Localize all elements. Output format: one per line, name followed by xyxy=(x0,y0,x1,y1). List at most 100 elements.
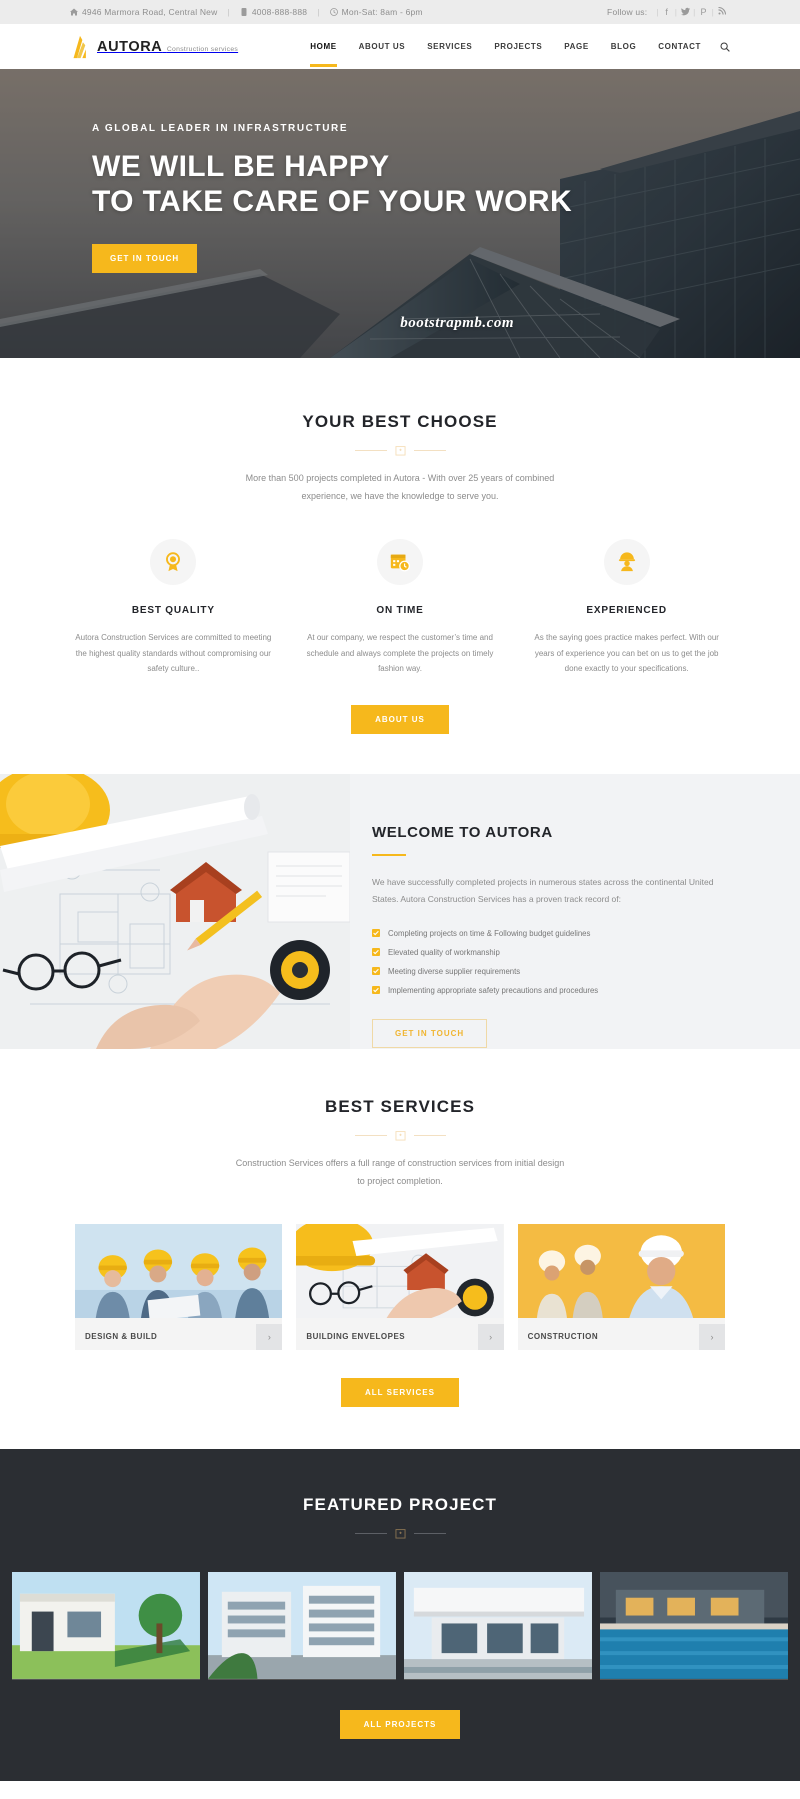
separator-1: | xyxy=(227,7,230,17)
welcome-content: WELCOME TO AUTORA We have successfully c… xyxy=(350,774,800,1049)
check-glyph xyxy=(373,968,379,974)
separator-2: | xyxy=(317,7,320,17)
rss-icon[interactable] xyxy=(714,6,730,17)
service-card-label: DESIGN & BUILD xyxy=(85,1332,158,1342)
project-item[interactable] xyxy=(208,1571,396,1680)
services-section: BEST SERVICES Construction Services offe… xyxy=(0,1048,800,1449)
search-icon[interactable] xyxy=(720,41,730,52)
check-glyph xyxy=(373,987,379,993)
nav-item-about-us[interactable]: ABOUT US xyxy=(348,42,417,51)
pinterest-icon[interactable]: P xyxy=(696,7,712,17)
hours-text: Mon-Sat: 8am - 6pm xyxy=(341,7,423,17)
nav-item-projects[interactable]: PROJECTS xyxy=(483,42,553,51)
hero-cta-button[interactable]: GET IN TOUCH xyxy=(92,243,198,273)
clock-icon xyxy=(329,8,338,16)
divider-line-left xyxy=(354,450,387,451)
blueprint-desk-photo xyxy=(0,773,350,1049)
service-card-bar: DESIGN & BUILD › xyxy=(75,1323,283,1350)
project-item[interactable] xyxy=(600,1571,788,1680)
services-subtitle: Construction Services offers a full rang… xyxy=(235,1157,565,1186)
service-card-image xyxy=(296,1223,504,1324)
best-choose-cta-wrap: ABOUT US xyxy=(0,704,800,734)
project-4-photo xyxy=(600,1571,788,1679)
hero-banner: A GLOBAL LEADER IN INFRASTRUCTURE WE WIL… xyxy=(0,69,800,358)
divider-line-left xyxy=(354,1532,387,1534)
service-card-image xyxy=(75,1223,283,1324)
watermark-text: bootstrapmb.com xyxy=(400,315,514,331)
service-card-image xyxy=(517,1223,725,1324)
engineer-crew-photo xyxy=(517,1223,725,1319)
phone-text: 4008-888-888 xyxy=(251,7,308,17)
section-divider xyxy=(0,1129,800,1142)
facebook-icon[interactable]: f xyxy=(659,7,675,17)
nav-item-home[interactable]: HOME xyxy=(299,42,347,67)
service-card-construction[interactable]: CONSTRUCTION › xyxy=(517,1223,725,1350)
check-glyph xyxy=(373,930,379,936)
service-card-building-envelopes[interactable]: BUILDING ENVELOPES › xyxy=(296,1223,504,1350)
about-us-button[interactable]: ABOUT US xyxy=(351,704,449,734)
services-cta-wrap: ALL SERVICES xyxy=(0,1377,800,1407)
chevron-right-icon[interactable]: › xyxy=(698,1323,725,1350)
checklist-label: Meeting diverse supplier requirements xyxy=(388,966,521,976)
service-card-label: CONSTRUCTION xyxy=(527,1332,599,1342)
welcome-image xyxy=(0,773,350,1049)
chevron-right-icon[interactable]: › xyxy=(256,1323,283,1350)
award-badge-icon xyxy=(150,539,197,585)
top-bar: 4946 Marmora Road, Central New | 4008-88… xyxy=(0,0,800,24)
service-card-bar: BUILDING ENVELOPES › xyxy=(296,1323,504,1350)
all-projects-button[interactable]: ALL PROJECTS xyxy=(339,1709,461,1739)
check-icon xyxy=(372,967,380,976)
brand-name: AUTORA xyxy=(97,38,163,55)
feature-title: EXPERIENCED xyxy=(586,605,667,616)
brand-text: AUTORA Construction services xyxy=(97,38,238,56)
calendar-clock-glyph xyxy=(390,554,410,572)
chevron-right-icon[interactable]: › xyxy=(477,1323,504,1350)
twitter-bird-icon xyxy=(680,7,690,15)
hero-title-line-2: TO TAKE CARE OF YOUR WORK xyxy=(92,184,573,218)
nav-item-blog[interactable]: BLOG xyxy=(600,42,648,51)
brand-logo[interactable]: AUTORA Construction services xyxy=(70,35,238,59)
divider-building-icon xyxy=(394,1528,406,1539)
nav-item-contact[interactable]: CONTACT xyxy=(647,42,712,51)
welcome-checklist: Completing projects on time & Following … xyxy=(372,929,720,995)
divider-line-right xyxy=(413,1532,446,1534)
welcome-accent-rule xyxy=(372,853,406,856)
checklist-label: Completing projects on time & Following … xyxy=(388,928,591,938)
project-2-photo xyxy=(208,1571,396,1679)
phone-icon xyxy=(241,8,247,16)
project-1-photo xyxy=(12,1571,200,1679)
homepage: 4946 Marmora Road, Central New | 4008-88… xyxy=(0,0,800,1781)
featured-projects-section: FEATURED PROJECT ALL PROJECTS xyxy=(0,1448,800,1781)
checklist-item: Elevated quality of workmanship xyxy=(372,948,720,957)
project-3-photo xyxy=(404,1571,592,1679)
divider-line-left xyxy=(354,1134,387,1136)
address-item: 4946 Marmora Road, Central New xyxy=(70,7,217,17)
featured-cta-wrap: ALL PROJECTS xyxy=(0,1709,800,1739)
calendar-clock-icon xyxy=(377,539,423,585)
twitter-icon[interactable] xyxy=(677,7,693,18)
checklist-item: Completing projects on time & Following … xyxy=(372,929,720,938)
autora-logo-icon xyxy=(73,35,86,58)
magnifier-icon xyxy=(720,41,730,52)
feature-on-time: ON TIME At our company, we respect the c… xyxy=(287,539,514,677)
blueprint-tools-photo xyxy=(296,1223,504,1319)
feature-experienced: EXPERIENCED As the saying goes practice … xyxy=(513,539,740,677)
all-services-button[interactable]: ALL SERVICES xyxy=(341,1377,459,1407)
nav-item-page[interactable]: PAGE xyxy=(553,42,599,51)
nav-item-services[interactable]: SERVICES xyxy=(416,42,483,51)
service-card-design-build[interactable]: DESIGN & BUILD › xyxy=(75,1223,283,1350)
feature-title: ON TIME xyxy=(376,605,424,616)
welcome-cta-button[interactable]: GET IN TOUCH xyxy=(372,1018,488,1048)
phone-item[interactable]: 4008-888-888 xyxy=(240,7,307,17)
project-item[interactable] xyxy=(404,1571,592,1680)
check-glyph xyxy=(373,949,379,955)
section-divider xyxy=(0,444,800,457)
project-item[interactable] xyxy=(12,1571,200,1680)
hero-title-line-1: WE WILL BE HAPPY xyxy=(92,150,390,183)
check-icon xyxy=(372,986,380,995)
social-links: Follow us: | f | | P | xyxy=(607,6,730,18)
project-thumbnails xyxy=(0,1571,800,1680)
section-divider xyxy=(0,1527,800,1540)
check-icon xyxy=(372,948,380,957)
welcome-section: WELCOME TO AUTORA We have successfully c… xyxy=(0,773,800,1049)
